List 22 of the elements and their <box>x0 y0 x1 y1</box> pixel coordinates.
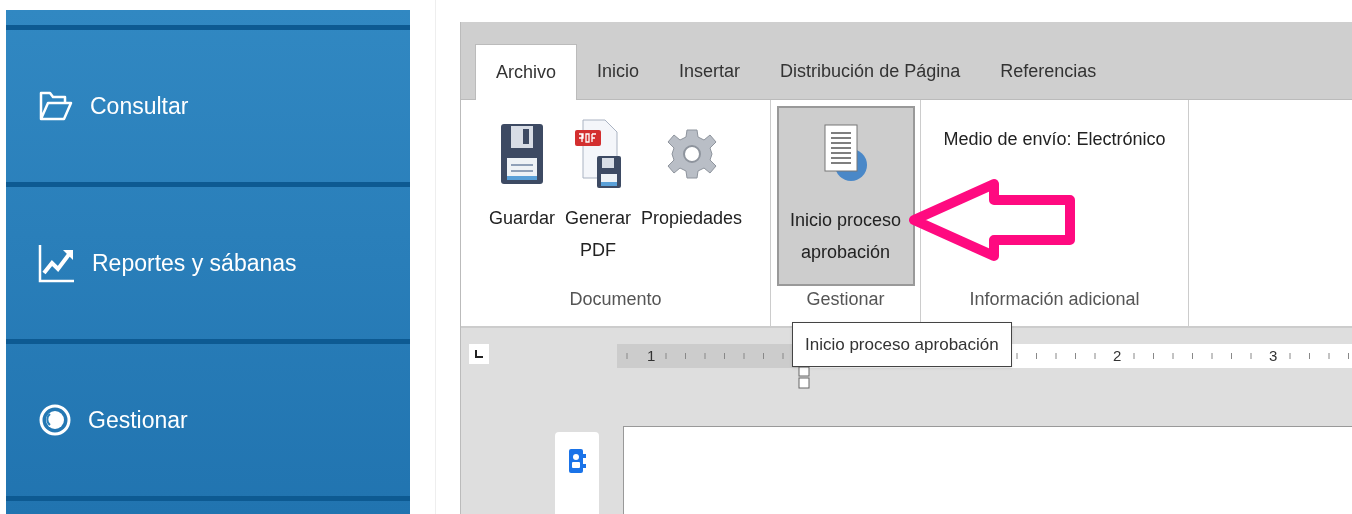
ribbon-tab[interactable]: Archivo <box>475 44 578 100</box>
ribbon-tab[interactable]: Inicio <box>577 43 660 99</box>
ribbon-tab[interactable]: Insertar <box>659 43 761 99</box>
sidebar-item[interactable]: Consultar <box>6 30 410 187</box>
tab-stop-icon[interactable] <box>469 344 489 364</box>
tooltip: Inicio proceso aprobación <box>792 322 1012 367</box>
indent-marker-icon[interactable] <box>798 366 810 390</box>
ribbon-tab[interactable]: Distribución de Página <box>760 43 981 99</box>
ribbon-button[interactable]: Generar PDF <box>563 106 633 286</box>
ribbon-button[interactable]: Propiedades <box>641 106 743 286</box>
sidebar-item[interactable]: Reportes y sábanas <box>6 187 410 344</box>
group-label: Gestionar <box>806 288 885 311</box>
chart-icon <box>38 243 76 283</box>
ribbon-button[interactable]: Guardar <box>488 106 555 286</box>
eye-icon <box>38 403 72 437</box>
group-label: Documento <box>569 288 662 311</box>
ribbon-button[interactable]: Inicio proceso aprobación <box>776 106 915 286</box>
ribbon-tab[interactable]: Referencias <box>980 43 1117 99</box>
sidebar-item[interactable]: Gestionar <box>6 344 410 501</box>
group-label: Información adicional <box>969 288 1140 311</box>
contacts-icon[interactable] <box>568 448 586 474</box>
info-text: Medio de envío: Electrónico <box>943 128 1166 151</box>
